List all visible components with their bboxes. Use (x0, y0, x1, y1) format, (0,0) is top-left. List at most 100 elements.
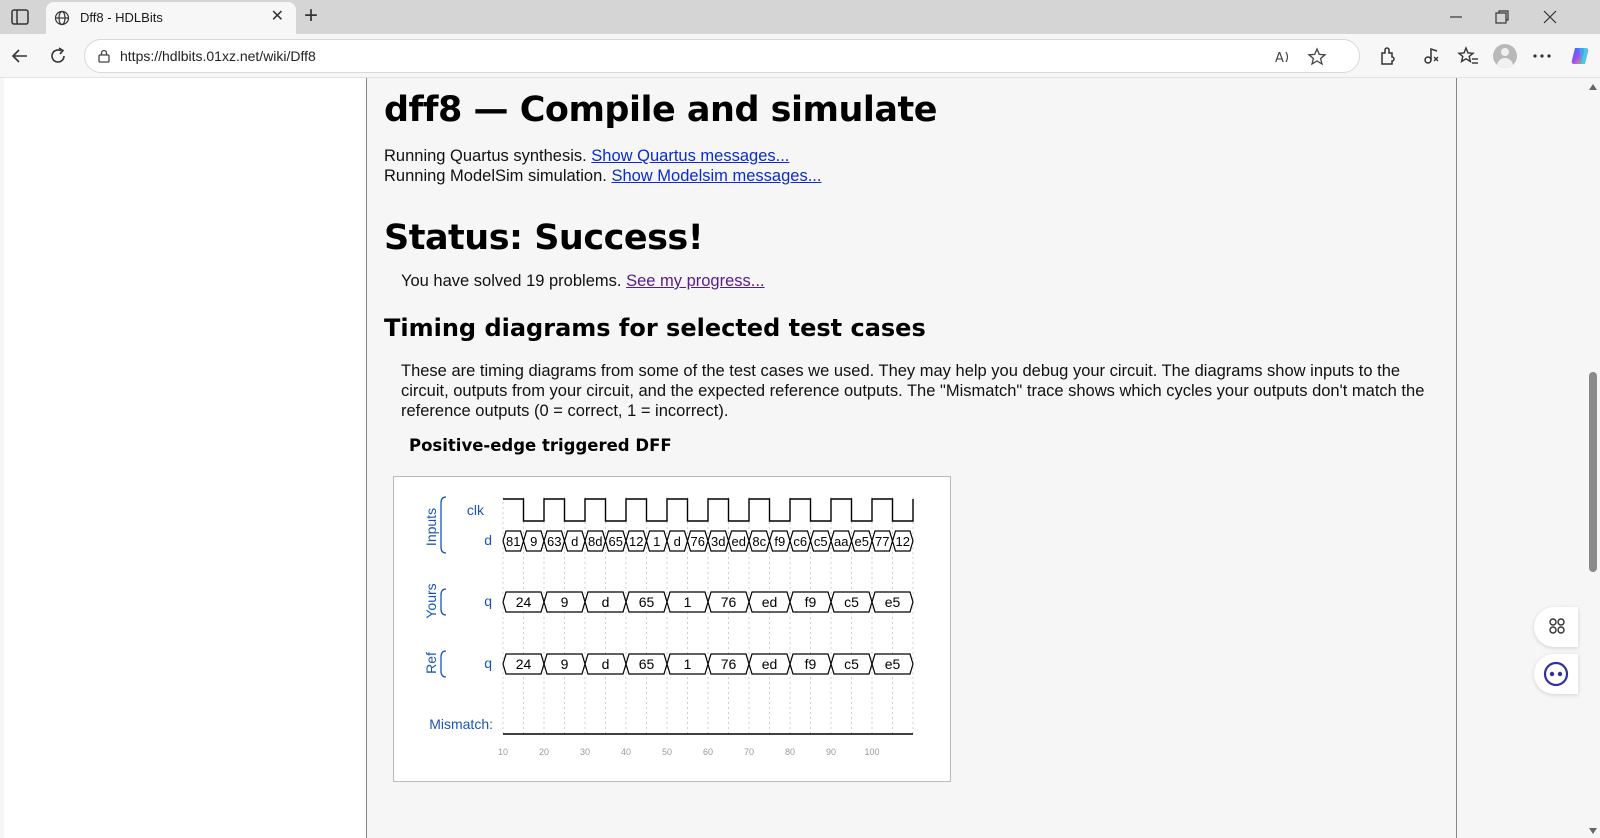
d-bus-value: 65 (609, 534, 623, 549)
signal-label-d: d (484, 532, 492, 548)
lock-icon[interactable] (97, 49, 111, 63)
media-icon[interactable] (1420, 45, 1442, 67)
d-bus-value: ed (732, 534, 746, 549)
group-bracket (440, 588, 447, 616)
scroll-thumb[interactable] (1589, 372, 1597, 572)
modelsim-messages-link[interactable]: Show Modelsim messages... (611, 167, 821, 185)
solved-line: You have solved 19 problems. See my prog… (401, 272, 765, 291)
minimize-icon[interactable] (1446, 8, 1466, 26)
left-sidebar (4, 78, 367, 838)
q-ref-bus-value: c5 (844, 656, 859, 672)
address-bar[interactable]: https://hdlbits.01xz.net/wiki/Dff8 A (84, 39, 1360, 73)
signal-label-q-ref: q (484, 655, 492, 671)
d-bus-value: c6 (793, 534, 807, 549)
main-content: dff8 — Compile and simulate Running Quar… (367, 78, 1457, 838)
restore-icon[interactable] (1492, 8, 1512, 26)
copilot-icon[interactable] (1569, 45, 1591, 67)
d-bus-value: f9 (774, 534, 785, 549)
timing-heading: Timing diagrams for selected test cases (384, 314, 926, 342)
scroll-down-arrow-icon[interactable] (1589, 828, 1597, 834)
d-bus-value: d (674, 534, 681, 549)
q-yours-bus-value: ed (762, 594, 778, 610)
timing-diagram: Inputs Yours Ref clk d q q Mismatch: 81 9 63 d 8d 65 1… (423, 496, 914, 757)
d-bus-value: c5 (814, 534, 828, 549)
quartus-messages-link[interactable]: Show Quartus messages... (591, 147, 789, 165)
q-yours-bus-value: 1 (684, 594, 692, 610)
group-label-yours: Yours (423, 583, 439, 618)
waveform-caption: Positive-edge triggered DFF (409, 436, 672, 455)
page-viewport: dff8 — Compile and simulate Running Quar… (0, 78, 1586, 838)
d-bus-value: 3d (711, 534, 725, 549)
q-yours-bus-value: d (602, 594, 610, 610)
d-bus-value: 76 (691, 534, 705, 549)
group-bracket (440, 496, 447, 554)
time-tick-label: 80 (785, 747, 795, 757)
status-heading: Status: Success! (384, 218, 704, 258)
sidebar-apps-button[interactable] (1534, 607, 1578, 647)
time-tick-label: 20 (539, 747, 549, 757)
page-scrollbar[interactable] (1586, 78, 1600, 838)
d-bus-value: 63 (547, 534, 561, 549)
favorites-icon[interactable] (1457, 45, 1479, 67)
time-tick-label: 70 (744, 747, 754, 757)
favorite-star-icon[interactable] (1307, 47, 1327, 67)
d-bus-value: d (571, 534, 578, 549)
plus-icon[interactable]: + (304, 4, 318, 28)
q-yours-bus-value: f9 (805, 594, 817, 610)
waveform-panel: Inputs Yours Ref clk d q q Mismatch: 81 9 63 d 8d 65 1… (393, 476, 951, 782)
q-ref-bus-value: d (602, 656, 610, 672)
quartus-text: Running Quartus synthesis. (384, 147, 587, 165)
d-bus-value: 77 (875, 534, 889, 549)
scroll-up-arrow-icon[interactable] (1589, 84, 1597, 90)
d-bus-value: 8d (588, 534, 602, 549)
modelsim-line: Running ModelSim simulation. Show Models… (384, 167, 821, 186)
group-label-ref: Ref (423, 652, 439, 674)
quartus-line: Running Quartus synthesis. Show Quartus … (384, 147, 789, 166)
clk-trace (503, 498, 914, 522)
active-tab[interactable]: Dff8 - HDLBits ✕ (46, 2, 296, 34)
time-tick-label: 40 (621, 747, 631, 757)
q-yours-bus-value: c5 (844, 594, 859, 610)
d-bus-value: 81 (506, 534, 520, 549)
group-bracket (440, 650, 447, 678)
time-tick-label: 50 (662, 747, 672, 757)
timing-description: These are timing diagrams from some of t… (401, 362, 1425, 420)
d-bus-value: 9 (530, 534, 537, 549)
q-yours-bus-value: 65 (639, 594, 655, 610)
signal-label-clk: clk (467, 502, 485, 518)
signal-label-q-yours: q (484, 593, 492, 609)
time-tick-label: 60 (703, 747, 713, 757)
q-ref-bus-value: 1 (684, 656, 692, 672)
q-ref-bus-value: f9 (805, 656, 817, 672)
refresh-icon[interactable] (47, 45, 69, 67)
q-yours-bus-value: e5 (885, 594, 901, 610)
more-icon[interactable] (1531, 45, 1553, 67)
q-yours-bus-value: 24 (516, 594, 532, 610)
read-aloud-icon[interactable]: A (1273, 47, 1293, 67)
q-ref-bus-value: ed (762, 656, 778, 672)
d-bus-value: 12 (896, 534, 910, 549)
d-bus-value: aa (834, 534, 849, 549)
d-bus-value: 8c (752, 534, 766, 549)
browser-toolbar: https://hdlbits.01xz.net/wiki/Dff8 A (0, 34, 1600, 78)
q-yours-bus-value: 9 (561, 594, 569, 610)
progress-link[interactable]: See my progress... (626, 272, 764, 290)
tab-title: Dff8 - HDLBits (80, 10, 163, 25)
profile-icon[interactable] (1493, 44, 1517, 68)
page-title: dff8 — Compile and simulate (384, 90, 937, 130)
group-label-inputs: Inputs (423, 508, 439, 546)
extensions-icon[interactable] (1377, 45, 1399, 67)
close-window-icon[interactable] (1540, 8, 1560, 26)
q-ref-bus-value: 9 (561, 656, 569, 672)
solved-text: You have solved 19 problems. (401, 272, 622, 290)
back-icon[interactable] (9, 45, 31, 67)
q-ref-bus-value: 65 (639, 656, 655, 672)
url-text[interactable]: https://hdlbits.01xz.net/wiki/Dff8 (120, 48, 316, 64)
q-ref-bus-value: e5 (885, 656, 901, 672)
q-ref-bus-value: 24 (516, 656, 532, 672)
close-icon[interactable]: ✕ (271, 9, 284, 25)
sidebar-assistant-button[interactable] (1534, 654, 1578, 694)
time-tick-label: 100 (864, 747, 879, 757)
signal-label-mismatch: Mismatch: (429, 716, 493, 732)
tab-actions-icon[interactable] (10, 8, 30, 26)
